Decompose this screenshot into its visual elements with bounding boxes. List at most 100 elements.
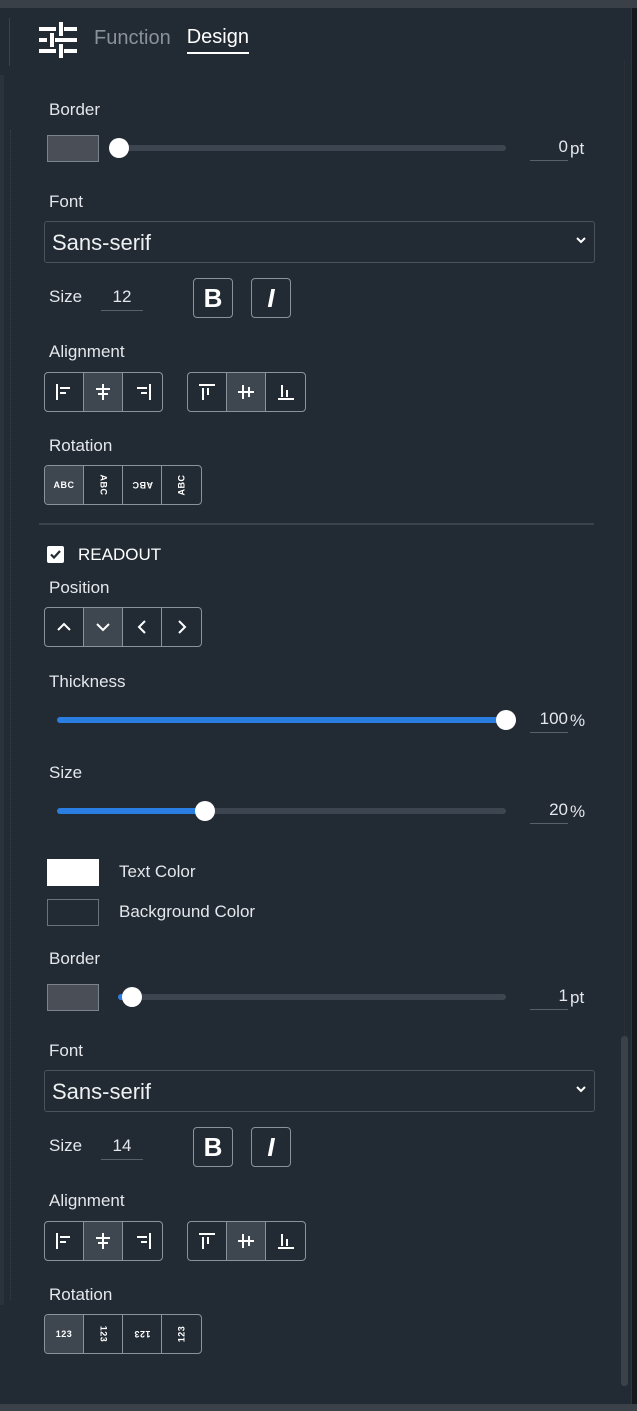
readout-border-value-input[interactable]: 1 — [530, 986, 568, 1010]
rotation-0-button[interactable]: ABC — [45, 466, 84, 504]
readout-rotation-90-button[interactable]: 123 — [84, 1315, 123, 1353]
readout-rotation-group: 123 123 123 123 — [44, 1314, 202, 1354]
chevron-down-icon — [96, 623, 110, 632]
bold-button[interactable]: B — [193, 278, 233, 318]
align-left-icon — [56, 1233, 70, 1249]
font-select[interactable]: Sans-serif — [44, 221, 595, 263]
border-slider-thumb[interactable] — [109, 138, 129, 158]
align-center-icon — [96, 1233, 110, 1249]
readout-rotation-270-label: 123 — [176, 1325, 187, 1343]
align-top-icon — [199, 1233, 215, 1249]
readout-align-center-button[interactable] — [84, 1222, 123, 1260]
tab-function[interactable]: Function — [94, 27, 171, 53]
border-color-swatch[interactable] — [47, 135, 99, 162]
align-bottom-button[interactable] — [266, 373, 305, 411]
text-color-label: Text Color — [119, 862, 196, 881]
left-rail-dots — [10, 130, 11, 1300]
rotation-270-button[interactable]: ABC — [162, 466, 201, 504]
readout-font-select[interactable]: Sans-serif — [44, 1070, 595, 1112]
readout-rotation-label: Rotation — [49, 1285, 113, 1304]
align-center-button[interactable] — [84, 373, 123, 411]
border-slider[interactable] — [109, 138, 506, 158]
position-left-button[interactable] — [123, 608, 162, 646]
readout-align-top-button[interactable] — [188, 1222, 227, 1260]
alignment-label: Alignment — [49, 342, 125, 361]
rotation-label: Rotation — [49, 436, 113, 455]
readout-rotation-90-label: 123 — [98, 1325, 108, 1343]
rotation-90-label: ABC — [98, 474, 108, 496]
readout-border-unit: pt — [570, 988, 585, 1007]
rotation-0-label: ABC — [53, 480, 75, 490]
check-icon — [50, 550, 61, 560]
readout-rotation-0-label: 123 — [55, 1329, 73, 1339]
readout-italic-button[interactable]: I — [251, 1127, 291, 1167]
readout-size-value-input[interactable]: 20 — [530, 800, 568, 824]
rotation-180-button[interactable]: ABC — [123, 466, 162, 504]
background-color-label: Background Color — [119, 902, 256, 921]
thickness-unit: % — [570, 711, 586, 730]
thickness-slider[interactable] — [57, 710, 516, 730]
readout-rotation-270-button[interactable]: 123 — [162, 1315, 201, 1353]
header-divider — [9, 18, 10, 66]
position-down-button[interactable] — [84, 608, 123, 646]
bottom-strip — [0, 1404, 637, 1411]
readout-rotation-180-button[interactable]: 123 — [123, 1315, 162, 1353]
align-left-icon — [56, 384, 70, 400]
readout-bold-button[interactable]: B — [193, 1127, 233, 1167]
align-right-button[interactable] — [123, 373, 162, 411]
position-label: Position — [49, 578, 110, 597]
border-unit: pt — [570, 139, 585, 158]
left-rail — [0, 75, 4, 1305]
readout-align-middle-button[interactable] — [227, 1222, 266, 1260]
position-right-button[interactable] — [162, 608, 201, 646]
readout-size-label: Size — [49, 763, 83, 782]
tab-design[interactable]: Design — [186, 26, 249, 54]
align-top-button[interactable] — [188, 373, 227, 411]
readout-align-right-button[interactable] — [123, 1222, 162, 1260]
chevron-down-icon — [576, 237, 586, 244]
readout-size-slider-fill — [57, 808, 206, 814]
readout-font-size-input[interactable]: 14 — [101, 1136, 143, 1160]
font-select-value: Sans-serif — [52, 230, 152, 255]
readout-checkbox[interactable] — [47, 546, 64, 563]
scrollbar-thumb[interactable] — [621, 1036, 628, 1386]
position-up-button[interactable] — [45, 608, 84, 646]
background-color-swatch[interactable] — [47, 899, 99, 926]
panel-edge — [632, 8, 637, 1411]
thickness-value-input[interactable]: 100 — [530, 709, 568, 733]
border-value-input[interactable]: 0 — [530, 137, 568, 161]
readout-border-slider[interactable] — [118, 987, 506, 1007]
font-size-input[interactable]: 12 — [101, 287, 143, 311]
readout-size-slider[interactable] — [57, 801, 506, 821]
thickness-label: Thickness — [49, 672, 126, 691]
border-label: Border — [49, 100, 101, 119]
scrollbar-track — [624, 60, 625, 1040]
readout-font-select-value: Sans-serif — [52, 1079, 152, 1104]
readout-horizontal-alignment-group — [44, 1221, 163, 1261]
rotation-270-label: ABC — [176, 474, 187, 496]
chevron-left-icon — [137, 620, 146, 634]
vertical-alignment-group — [187, 372, 306, 412]
readout-size-field-label: Size — [49, 1136, 83, 1155]
text-color-swatch[interactable] — [47, 859, 99, 886]
readout-rotation-0-button[interactable]: 123 — [45, 1315, 84, 1353]
align-bottom-icon — [277, 1234, 294, 1249]
align-left-button[interactable] — [45, 373, 84, 411]
align-middle-icon — [238, 1234, 254, 1248]
thickness-slider-thumb[interactable] — [496, 710, 516, 730]
size-label: Size — [49, 287, 83, 306]
align-middle-button[interactable] — [227, 373, 266, 411]
settings-sliders-icon[interactable] — [38, 20, 78, 60]
horizontal-alignment-group — [44, 372, 163, 412]
readout-font-label: Font — [49, 1041, 84, 1060]
rotation-90-button[interactable]: ABC — [84, 466, 123, 504]
readout-align-bottom-button[interactable] — [266, 1222, 305, 1260]
chevron-right-icon — [177, 620, 186, 634]
chevron-down-icon — [576, 1086, 586, 1093]
readout-border-color-swatch[interactable] — [47, 984, 99, 1011]
readout-border-label: Border — [49, 949, 101, 968]
readout-align-left-button[interactable] — [45, 1222, 84, 1260]
readout-border-slider-thumb[interactable] — [122, 987, 142, 1007]
align-right-icon — [136, 1233, 151, 1249]
italic-button[interactable]: I — [251, 278, 291, 318]
